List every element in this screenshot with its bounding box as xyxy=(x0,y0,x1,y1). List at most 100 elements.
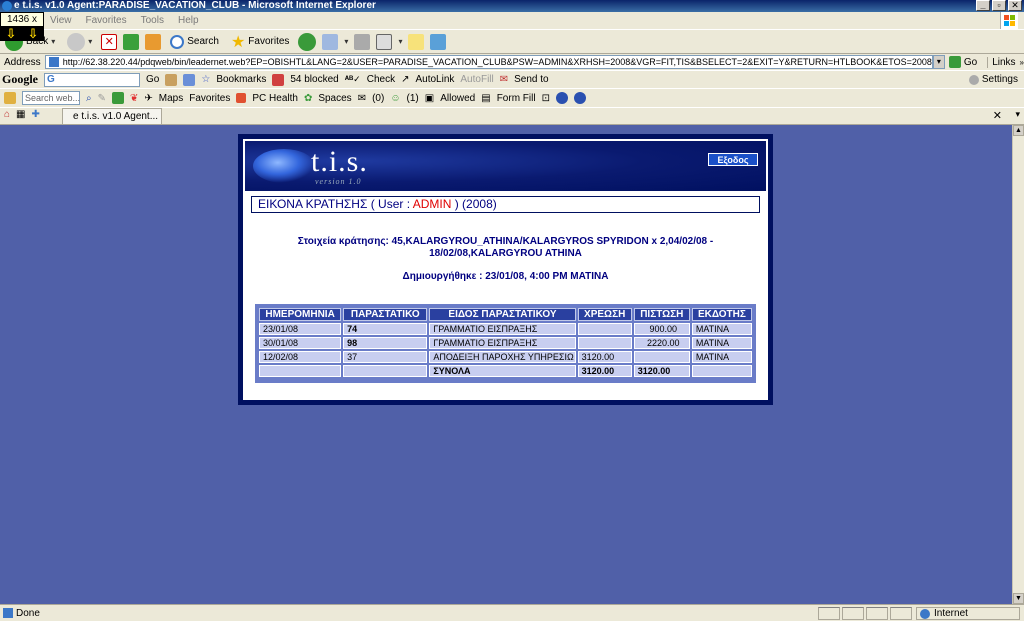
close-window-button[interactable]: ✕ xyxy=(1008,0,1022,11)
check-button[interactable]: Check xyxy=(367,74,395,85)
col-document: ΠΑΡΑΣΤΑΤΙΚΟ xyxy=(343,308,428,321)
restore-button[interactable]: ▫ xyxy=(992,0,1006,11)
minimize-button[interactable]: _ xyxy=(976,0,990,11)
chevron-down-icon[interactable]: ▾ xyxy=(1015,109,1020,120)
refresh-icon[interactable] xyxy=(123,33,140,50)
booking-panel-inner: t.i.s. version 1.0 Εξοδος ΕΙΚΟΝΑ ΚΡΑΤΗΣΗ… xyxy=(243,139,768,400)
note-icon[interactable] xyxy=(408,33,425,50)
tis-logo-icon xyxy=(253,149,315,183)
google-search-input[interactable]: G xyxy=(44,72,140,87)
stop-icon[interactable]: ✕ xyxy=(101,33,118,50)
standard-toolbar: Back ▾ ▾ ✕ Search ★ Favorites ▾ ▾ xyxy=(0,29,1024,54)
help-icon[interactable] xyxy=(555,92,568,104)
news-icon[interactable] xyxy=(165,73,178,86)
dimensions-badge: 1436 x 871 xyxy=(0,12,44,38)
form-fill-button[interactable]: Form Fill xyxy=(497,93,536,104)
status-pane xyxy=(866,607,888,620)
search-button[interactable]: Search xyxy=(167,31,222,53)
search-toolbar: Search web... ⌕ ✎ ❦ ✈ Maps Favorites PC … xyxy=(0,88,1024,107)
tab-tools: ⌂ ▦ ✚ xyxy=(4,109,40,120)
pc-health-button[interactable]: PC Health xyxy=(252,93,298,104)
spaces-button[interactable]: Spaces xyxy=(318,93,351,104)
booking-details-line2: 18/02/08,KALARGYROU ATHINA xyxy=(429,248,582,259)
heading-suffix: ) (2008) xyxy=(451,197,497,211)
vertical-scrollbar[interactable]: ▲ ▼ xyxy=(1012,125,1024,604)
plus-icon[interactable] xyxy=(112,92,124,104)
cell-document[interactable]: 98 xyxy=(343,337,428,349)
google-toolbar: Google G Go ☆ Bookmarks 54 blocked ᴬᴮ✓ C… xyxy=(0,70,1024,88)
home-tab-icon[interactable]: ⌂ xyxy=(4,109,10,120)
cell-document xyxy=(343,365,428,377)
cell-document-type: ΓΡΑΜΜΑΤΙΟ ΕΙΣΠΡΑΞΗΣ xyxy=(429,323,576,335)
booking-panel: t.i.s. version 1.0 Εξοδος ΕΙΚΟΝΑ ΚΡΑΤΗΣΗ… xyxy=(238,134,773,405)
edit-icon[interactable] xyxy=(376,33,393,50)
col-credit: ΠΙΣΤΩΣΗ xyxy=(633,308,690,321)
autofill-button[interactable]: AutoFill xyxy=(460,74,493,85)
menu-favorites[interactable]: Favorites xyxy=(86,15,127,26)
blocked-count[interactable]: 54 blocked xyxy=(290,74,338,85)
google-go-button[interactable]: Go xyxy=(146,74,159,85)
address-input[interactable]: http://62.38.220.44/pdqweb/bin/leadernet… xyxy=(44,55,934,69)
cell-credit: 2220.00 xyxy=(633,337,690,349)
go-button[interactable]: Go xyxy=(945,56,977,68)
messenger-count[interactable]: (1) xyxy=(407,93,419,104)
rss-icon[interactable]: ⊡ xyxy=(542,93,550,104)
menu-tools[interactable]: Tools xyxy=(141,15,164,26)
bookmarks-button[interactable]: Bookmarks xyxy=(216,74,266,85)
address-bar: Address http://62.38.220.44/pdqweb/bin/l… xyxy=(0,54,1024,70)
chevron-down-icon[interactable]: ▾ xyxy=(88,37,92,46)
new-tab-icon[interactable]: ✚ xyxy=(32,109,40,120)
cell-document-type: ΓΡΑΜΜΑΤΙΟ ΕΙΣΠΡΑΞΗΣ xyxy=(429,337,576,349)
sendto-button[interactable]: Send to xyxy=(514,74,548,85)
tab-label: e t.i.s. v1.0 Agent... xyxy=(73,111,159,122)
exit-button[interactable]: Εξοδος xyxy=(708,153,758,166)
tis-banner: t.i.s. version 1.0 Εξοδος xyxy=(245,141,766,191)
cell-document-type: ΑΠΟΔΕΙΞΗ ΠΑΡΟΧΗΣ ΥΠΗΡΕΣΙΩ xyxy=(429,351,576,363)
settings-button[interactable]: Settings xyxy=(982,74,1018,85)
history-icon[interactable] xyxy=(298,32,317,51)
cell-date: 12/02/08 xyxy=(259,351,342,363)
page-content: t.i.s. version 1.0 Εξοδος ΕΙΚΟΝΑ ΚΡΑΤΗΣΗ… xyxy=(0,125,1012,604)
print-icon[interactable] xyxy=(354,33,371,50)
favorites-button[interactable]: ★ Favorites xyxy=(228,31,292,53)
windows-logo-icon xyxy=(1000,12,1018,29)
messenger-icon[interactable] xyxy=(430,33,447,50)
butterfly-icon[interactable]: ❦ xyxy=(130,93,138,104)
pencil-icon[interactable]: ✎ xyxy=(98,93,106,104)
search-icon[interactable]: ⌕ xyxy=(86,93,92,104)
google-logo[interactable]: Google xyxy=(2,72,38,87)
chevron-down-icon[interactable]: ▾ xyxy=(398,37,402,46)
security-zone[interactable]: Internet xyxy=(916,607,1020,620)
tab-current[interactable]: e t.i.s. v1.0 Agent... xyxy=(62,108,162,124)
favorites-link[interactable]: Favorites xyxy=(189,93,230,104)
close-tab-icon[interactable]: ✕ xyxy=(993,109,1002,122)
allowed-button[interactable]: Allowed xyxy=(440,93,475,104)
mail-count[interactable]: (0) xyxy=(372,93,384,104)
home-icon[interactable] xyxy=(145,33,162,50)
cell-document[interactable]: 74 xyxy=(343,323,428,335)
scroll-up-button[interactable]: ▲ xyxy=(1013,125,1024,136)
web-search-input[interactable]: Search web... xyxy=(22,91,80,105)
menu-view[interactable]: View xyxy=(50,15,72,26)
forward-button[interactable]: ▾ xyxy=(64,31,95,53)
tis-logo-text: t.i.s. xyxy=(311,145,368,178)
pagerank-icon[interactable] xyxy=(183,73,196,86)
cell-date xyxy=(259,365,342,377)
scroll-down-button[interactable]: ▼ xyxy=(1013,593,1024,604)
col-issuer: ΕΚΔΟΤΗΣ xyxy=(691,308,752,321)
autolink-button[interactable]: AutoLink xyxy=(415,74,454,85)
chevron-right-icon[interactable]: » xyxy=(1020,58,1024,67)
page-icon xyxy=(3,608,13,618)
table-header-row: ΗΜΕΡΟΜΗΝΙΑ ΠΑΡΑΣΤΑΤΙΚΟ ΕΙΔΟΣ ΠΑΡΑΣΤΑΤΙΚΟ… xyxy=(259,308,752,321)
maps-button[interactable]: Maps xyxy=(159,93,183,104)
address-dropdown[interactable]: ▾ xyxy=(933,55,945,69)
info-icon[interactable] xyxy=(573,92,586,104)
chevron-down-icon[interactable]: ▾ xyxy=(51,37,55,46)
chevron-down-icon[interactable]: ▾ xyxy=(344,37,348,46)
links-button[interactable]: Links xyxy=(987,56,1016,68)
cell-date: 23/01/08 xyxy=(259,323,342,335)
toolbar-logo-icon[interactable] xyxy=(4,92,16,104)
mail-icon[interactable] xyxy=(322,33,339,50)
quick-tabs-icon[interactable]: ▦ xyxy=(16,109,25,120)
menu-help[interactable]: Help xyxy=(178,15,199,26)
